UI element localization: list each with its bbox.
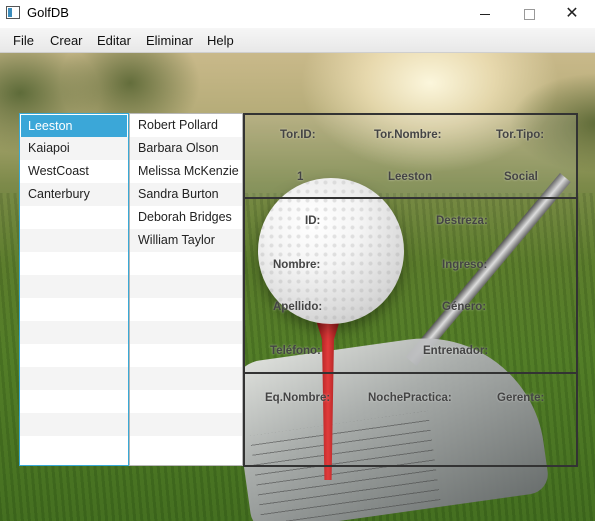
menu-file[interactable]: File bbox=[13, 33, 34, 48]
tournament-name-value: Leeston bbox=[388, 171, 433, 183]
player-name-label: Nombre: bbox=[273, 259, 321, 271]
player-income-label: Ingreso: bbox=[442, 259, 488, 271]
tournament-type-label: Tor.Tipo: bbox=[496, 129, 545, 141]
empty-row bbox=[20, 321, 128, 344]
empty-row bbox=[130, 298, 242, 321]
maximize-icon bbox=[523, 8, 535, 20]
list-item[interactable]: Kaiapoi bbox=[20, 137, 128, 160]
tournament-name-label: Tor.Nombre: bbox=[374, 129, 442, 141]
empty-row bbox=[20, 413, 128, 436]
player-coach-label: Entrenador: bbox=[423, 345, 489, 357]
empty-row bbox=[20, 275, 128, 298]
tournament-id-label: Tor.ID: bbox=[280, 129, 316, 141]
player-info-panel: ID: Destreza: Nombre: Ingreso: Apellido:… bbox=[243, 197, 578, 374]
menu-help[interactable]: Help bbox=[207, 33, 234, 48]
minimize-button[interactable] bbox=[462, 0, 508, 28]
minimize-icon bbox=[480, 13, 490, 15]
empty-row bbox=[20, 436, 128, 459]
empty-row bbox=[130, 436, 242, 459]
empty-row bbox=[20, 206, 128, 229]
list-item[interactable]: Barbara Olson bbox=[130, 137, 242, 160]
list-item[interactable]: WestCoast bbox=[20, 160, 128, 183]
empty-row bbox=[20, 229, 128, 252]
list-item[interactable]: William Taylor bbox=[130, 229, 242, 252]
close-icon: ✕ bbox=[565, 5, 579, 22]
window-title: GolfDB bbox=[27, 5, 69, 20]
player-gender-label: Género: bbox=[442, 301, 487, 313]
menu-bar: File Crear Editar Eliminar Help bbox=[0, 28, 595, 53]
list-item[interactable]: Canterbury bbox=[20, 183, 128, 206]
app-icon bbox=[6, 6, 20, 19]
player-phone-label: Teléfono: bbox=[270, 345, 321, 357]
team-info-panel: Eq.Nombre: NochePractica: Gerente: bbox=[243, 372, 578, 467]
team-manager-label: Gerente: bbox=[497, 392, 545, 404]
empty-row bbox=[130, 275, 242, 298]
player-surname-label: Apellido: bbox=[273, 301, 323, 313]
empty-row bbox=[20, 252, 128, 275]
title-bar: GolfDB ✕ bbox=[0, 0, 595, 28]
empty-row bbox=[130, 344, 242, 367]
menu-eliminar[interactable]: Eliminar bbox=[146, 33, 193, 48]
list-item[interactable]: Deborah Bridges bbox=[130, 206, 242, 229]
empty-row bbox=[130, 252, 242, 275]
empty-row bbox=[130, 390, 242, 413]
close-button[interactable]: ✕ bbox=[549, 0, 595, 28]
empty-row bbox=[20, 344, 128, 367]
team-name-label: Eq.Nombre: bbox=[265, 392, 331, 404]
tournament-id-value: 1 bbox=[297, 171, 304, 183]
player-list[interactable]: Robert Pollard Barbara Olson Melissa McK… bbox=[129, 113, 243, 466]
list-item[interactable]: Robert Pollard bbox=[130, 114, 242, 137]
menu-editar[interactable]: Editar bbox=[97, 33, 131, 48]
list-item[interactable]: Melissa McKenzie bbox=[130, 160, 242, 183]
tournament-type-value: Social bbox=[504, 171, 538, 183]
empty-row bbox=[20, 298, 128, 321]
empty-row bbox=[20, 367, 128, 390]
tournament-info-panel: Tor.ID: Tor.Nombre: Tor.Tipo: 1 Leeston … bbox=[243, 113, 578, 199]
empty-row bbox=[130, 321, 242, 344]
menu-crear[interactable]: Crear bbox=[50, 33, 83, 48]
empty-row bbox=[130, 367, 242, 390]
list-item[interactable]: Sandra Burton bbox=[130, 183, 242, 206]
player-skill-label: Destreza: bbox=[436, 215, 488, 227]
empty-row bbox=[20, 390, 128, 413]
player-id-label: ID: bbox=[305, 215, 321, 227]
empty-row bbox=[130, 413, 242, 436]
list-item[interactable]: Leeston bbox=[21, 115, 127, 137]
maximize-button[interactable] bbox=[506, 0, 552, 28]
team-practice-label: NochePractica: bbox=[368, 392, 452, 404]
tournament-list[interactable]: Leeston Kaiapoi WestCoast Canterbury bbox=[19, 113, 129, 466]
